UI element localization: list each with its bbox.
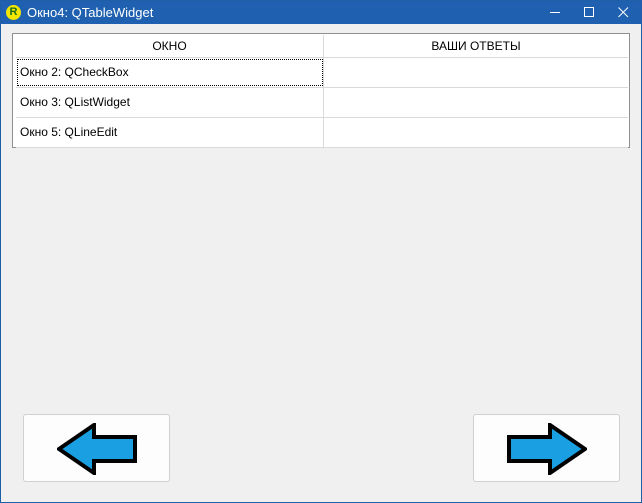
maximize-button[interactable] [572, 1, 606, 24]
table-cell-window[interactable]: Окно 5: QLineEdit [16, 118, 324, 147]
minimize-icon [550, 12, 560, 13]
table-cell-answer[interactable] [324, 118, 628, 147]
right-arrow-icon [507, 423, 587, 475]
table-cell-window[interactable]: Окно 3: QListWidget [16, 88, 324, 117]
back-button[interactable] [23, 414, 170, 482]
close-icon [618, 7, 629, 18]
r-logo-icon [6, 5, 21, 20]
main-window: Окно4: QTableWidget ОКНО ВАШИ ОТВЕТЫ Окн… [0, 0, 642, 503]
close-button[interactable] [606, 1, 640, 24]
maximize-icon [584, 7, 594, 17]
table-cell-answer[interactable] [324, 58, 628, 87]
table-widget[interactable]: ОКНО ВАШИ ОТВЕТЫ Окно 2: QCheckBox Окно … [12, 33, 630, 148]
left-arrow-icon [57, 423, 137, 475]
minimize-button[interactable] [538, 1, 572, 24]
table-row[interactable]: Окно 5: QLineEdit [16, 118, 628, 148]
table-row[interactable]: Окно 3: QListWidget [16, 88, 628, 118]
table-cell-window[interactable]: Окно 2: QCheckBox [16, 58, 324, 87]
column-header-answers[interactable]: ВАШИ ОТВЕТЫ [324, 35, 628, 58]
window-title: Окно4: QTableWidget [27, 5, 154, 20]
table-cell-answer[interactable] [324, 88, 628, 117]
column-header-window[interactable]: ОКНО [16, 35, 324, 58]
title-bar[interactable]: Окно4: QTableWidget [1, 1, 641, 24]
forward-button[interactable] [473, 414, 620, 482]
table-row[interactable]: Окно 2: QCheckBox [16, 58, 628, 88]
